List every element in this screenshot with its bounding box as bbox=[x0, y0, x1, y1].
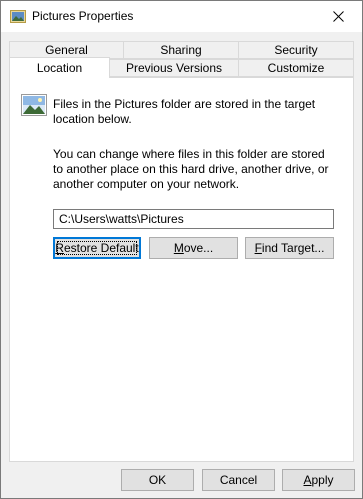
ok-button[interactable]: OK bbox=[121, 469, 194, 491]
pictures-folder-icon bbox=[21, 94, 47, 116]
close-button[interactable] bbox=[316, 1, 362, 32]
restore-default-button[interactable]: Restore Default bbox=[53, 237, 141, 259]
apply-button[interactable]: Apply bbox=[282, 469, 355, 491]
target-path-input[interactable] bbox=[53, 209, 334, 229]
properties-dialog: Pictures Properties General Sharing Secu… bbox=[0, 0, 363, 499]
location-description: Files in the Pictures folder are stored … bbox=[53, 97, 316, 126]
focus-rectangle bbox=[57, 241, 137, 255]
pictures-folder-icon bbox=[10, 10, 26, 23]
find-target-button[interactable]: Find Target... bbox=[245, 237, 334, 259]
window-title: Pictures Properties bbox=[32, 9, 134, 23]
title-bar: Pictures Properties bbox=[1, 1, 362, 32]
tab-security[interactable]: Security bbox=[238, 41, 354, 59]
location-info: You can change where files in this folde… bbox=[53, 147, 329, 191]
tab-panel-location bbox=[9, 77, 354, 462]
tab-customize[interactable]: Customize bbox=[238, 59, 354, 77]
tab-location[interactable]: Location bbox=[9, 57, 110, 78]
tab-sharing[interactable]: Sharing bbox=[123, 41, 239, 59]
cancel-button[interactable]: Cancel bbox=[202, 469, 275, 491]
tab-previous-versions[interactable]: Previous Versions bbox=[109, 59, 239, 77]
close-icon bbox=[333, 11, 344, 22]
move-button[interactable]: Move... bbox=[149, 237, 238, 259]
